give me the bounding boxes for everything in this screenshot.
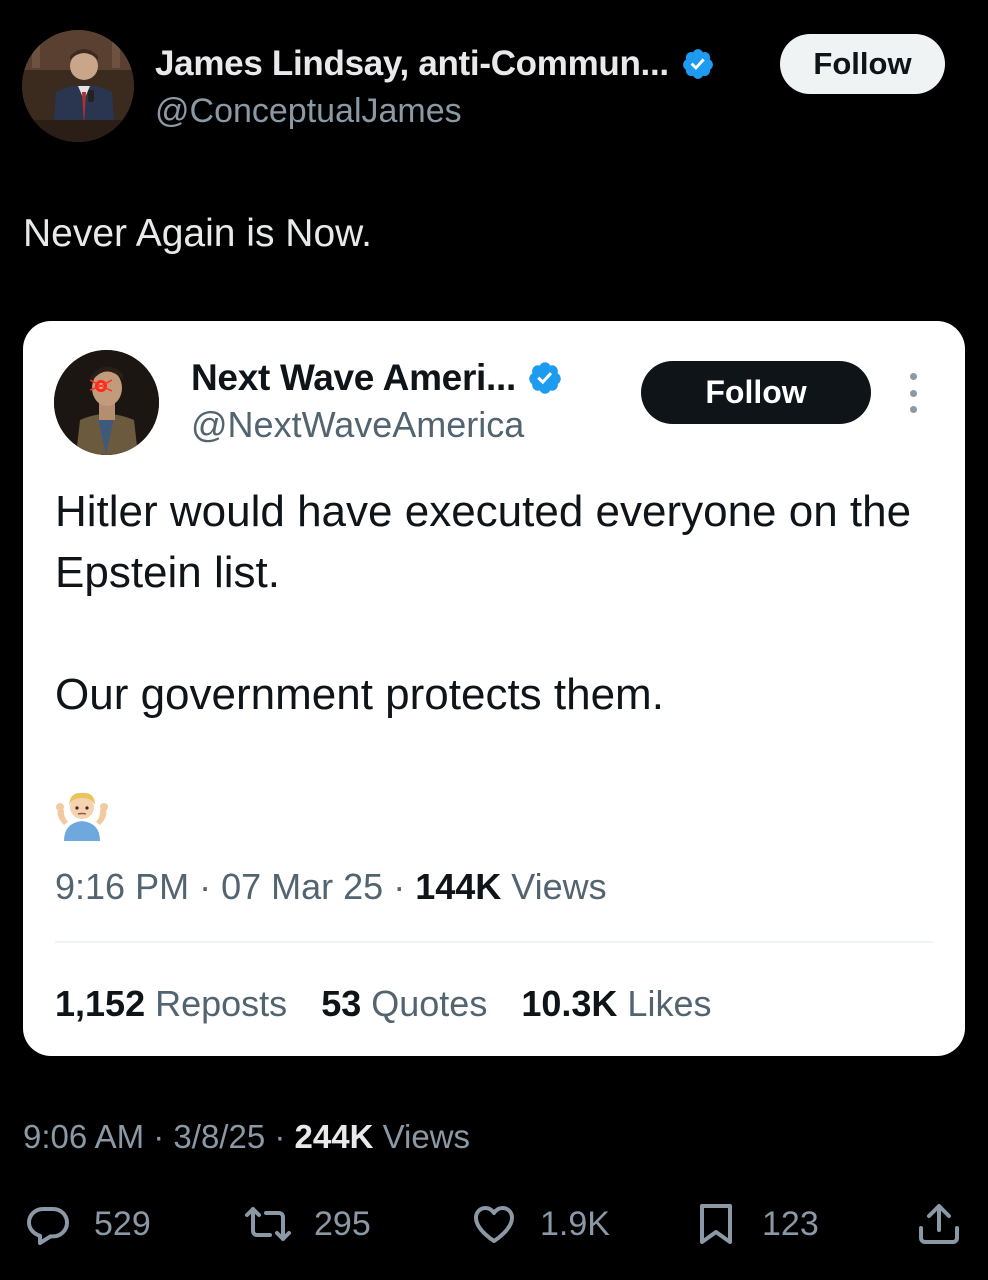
quoted-engagement-stats: 1,152 Reposts 53 Quotes 10.3K Likes: [55, 983, 745, 1025]
quoted-time[interactable]: 9:16 PM: [55, 866, 189, 907]
tweet-views-count: 244K: [294, 1118, 374, 1155]
quoted-quotes-count: 53: [321, 983, 362, 1024]
quoted-views-count: 144K: [415, 866, 502, 907]
tweet-text: Never Again is Now.: [23, 212, 373, 255]
follow-quoted-author-button[interactable]: Follow: [641, 361, 871, 424]
author-handle[interactable]: @ConceptualJames: [155, 92, 462, 131]
quoted-author-handle[interactable]: @NextWaveAmerica: [191, 404, 524, 446]
action-bar: 529 295 1.9K 123: [0, 1190, 988, 1260]
quoted-reposts-count: 1,152: [55, 983, 146, 1024]
quoted-reposts-label: Reposts: [155, 983, 288, 1024]
quoted-quotes-stat[interactable]: 53 Quotes: [321, 983, 487, 1025]
quoted-author-display-name[interactable]: Next Wave Ameri...: [191, 357, 516, 399]
bookmark-count: 123: [762, 1204, 819, 1243]
tweet-meta: 9:06 AM · 3/8/25 · 244K Views: [23, 1118, 471, 1155]
quoted-tweet-card[interactable]: Next Wave Ameri... @NextWaveAmerica Foll…: [23, 321, 965, 1056]
quoted-author-name-row: Next Wave Ameri...: [191, 357, 563, 399]
quoted-tweet-body: Hitler would have executed everyone on t…: [55, 481, 935, 725]
tweet-header: James Lindsay, anti-Commun... @Conceptua…: [0, 0, 988, 150]
bookmark-icon: [700, 1204, 732, 1244]
quoted-likes-stat[interactable]: 10.3K Likes: [521, 983, 711, 1025]
follow-author-button[interactable]: Follow: [780, 34, 945, 94]
author-avatar[interactable]: [22, 30, 134, 142]
repost-button[interactable]: 295: [244, 1200, 371, 1248]
divider: [55, 941, 933, 943]
like-count: 1.9K: [540, 1204, 610, 1243]
tweet-time[interactable]: 9:06 AM: [23, 1118, 144, 1155]
share-button[interactable]: [915, 1200, 963, 1248]
quoted-body-line-1: Hitler would have executed everyone on t…: [55, 487, 912, 597]
verified-badge-icon: [529, 362, 561, 394]
more-options-icon[interactable]: [903, 373, 923, 413]
quoted-reposts-stat[interactable]: 1,152 Reposts: [55, 983, 287, 1025]
quoted-date[interactable]: 07 Mar 25: [221, 866, 383, 907]
quoted-likes-count: 10.3K: [521, 983, 618, 1024]
like-button[interactable]: 1.9K: [470, 1200, 610, 1248]
share-icon: [919, 1204, 959, 1244]
reply-button[interactable]: 529: [24, 1200, 151, 1248]
quoted-tweet-meta: 9:16 PM · 07 Mar 25 · 144K Views: [55, 866, 607, 907]
repost-icon: [245, 1207, 291, 1241]
quoted-views-label: Views: [511, 866, 607, 907]
quoted-body-line-2: Our government protects them.: [55, 670, 664, 719]
reply-icon: [27, 1207, 69, 1245]
tweet-date[interactable]: 3/8/25: [173, 1118, 265, 1155]
author-name-row: James Lindsay, anti-Commun...: [155, 44, 715, 84]
tweet-views-label: Views: [382, 1118, 471, 1155]
reply-count: 529: [94, 1204, 151, 1243]
quoted-quotes-label: Quotes: [371, 983, 488, 1024]
shrug-emoji-icon: [56, 792, 108, 841]
verified-badge-icon: [682, 49, 713, 79]
heart-icon: [474, 1206, 514, 1243]
quoted-author-avatar[interactable]: [54, 350, 159, 455]
quoted-likes-label: Likes: [627, 983, 712, 1024]
repost-count: 295: [314, 1204, 371, 1243]
author-display-name[interactable]: James Lindsay, anti-Commun...: [155, 44, 669, 84]
bookmark-button[interactable]: 123: [692, 1200, 819, 1248]
